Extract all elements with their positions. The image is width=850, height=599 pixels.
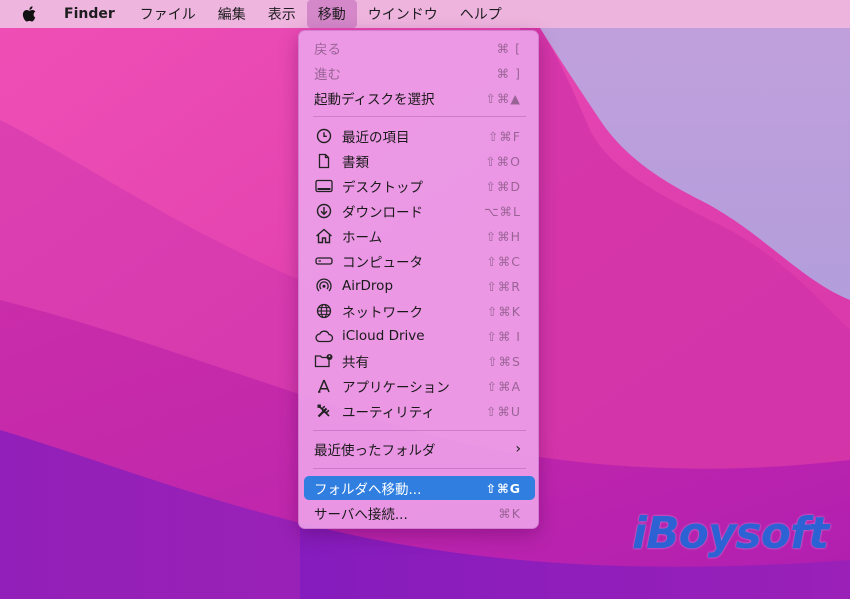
menu-edit[interactable]: 編集 — [207, 0, 257, 28]
menu-item-select-startup-disk[interactable]: 起動ディスクを選択 ⇧⌘▲ — [304, 86, 535, 110]
menu-item-label: 起動ディスクを選択 — [314, 92, 435, 108]
go-menu-dropdown: 戻る ⌘ [ 進む ⌘ ] 起動ディスクを選択 ⇧⌘▲ 最近の項目 ⇧⌘F 書類… — [298, 30, 539, 529]
menu-item-connect-to-server[interactable]: サーバへ接続... ⌘K — [304, 501, 535, 525]
menu-item-downloads[interactable]: ダウンロード ⌥⌘L — [304, 199, 535, 223]
menu-separator — [313, 116, 526, 117]
menu-item-label: サーバへ接続... — [314, 507, 408, 523]
shortcut-label: ⌘ [ — [496, 40, 521, 56]
applications-icon — [314, 376, 334, 396]
menu-item-computer[interactable]: コンピュータ ⇧⌘C — [304, 249, 535, 273]
shortcut-label: ⇧⌘G — [485, 480, 521, 496]
shared-folder-icon — [314, 351, 334, 371]
menu-separator — [313, 430, 526, 431]
menu-item-airdrop[interactable]: AirDrop ⇧⌘R — [304, 274, 535, 298]
menu-item-label: フォルダへ移動... — [314, 482, 422, 498]
shortcut-label: ⇧⌘R — [486, 278, 521, 294]
utilities-icon — [314, 401, 334, 421]
menu-item-applications[interactable]: アプリケーション ⇧⌘A — [304, 374, 535, 398]
menu-item-go-to-folder[interactable]: フォルダへ移動... ⇧⌘G — [304, 476, 535, 500]
menu-item-label: 戻る — [314, 42, 341, 58]
menu-item-label: 共有 — [342, 355, 369, 371]
menu-item-back: 戻る ⌘ [ — [304, 36, 535, 60]
menu-item-label: 最近使ったフォルダ — [314, 443, 436, 459]
shortcut-label: ⌥⌘L — [484, 203, 521, 219]
menu-item-label: ホーム — [342, 230, 383, 246]
shortcut-label: ⌘K — [498, 505, 521, 521]
menu-item-label: AirDrop — [342, 278, 394, 294]
menu-item-forward: 進む ⌘ ] — [304, 61, 535, 85]
menu-item-label: コンピュータ — [342, 255, 423, 271]
menu-item-desktop[interactable]: デスクトップ ⇧⌘D — [304, 174, 535, 198]
menu-item-label: デスクトップ — [342, 180, 423, 196]
menu-item-label: iCloud Drive — [342, 328, 425, 344]
shortcut-label: ⇧⌘K — [486, 303, 521, 319]
iboysoft-watermark: iBoysoft — [632, 508, 829, 559]
menu-item-label: ダウンロード — [342, 205, 423, 221]
shortcut-label: ⇧⌘S — [487, 353, 521, 369]
clock-icon — [314, 126, 334, 146]
desktop-icon — [314, 176, 334, 196]
chevron-right-icon: › — [515, 441, 521, 457]
menu-item-documents[interactable]: 書類 ⇧⌘O — [304, 149, 535, 173]
menu-help[interactable]: ヘルプ — [449, 0, 513, 28]
menu-item-label: ユーティリティ — [342, 405, 435, 421]
menu-item-label: 最近の項目 — [342, 130, 410, 146]
airdrop-icon — [314, 276, 334, 296]
shortcut-label: ⇧⌘ I — [486, 328, 521, 344]
shortcut-label: ⇧⌘H — [485, 228, 521, 244]
computer-icon — [314, 251, 334, 271]
cloud-icon — [314, 326, 334, 346]
shortcut-label: ⇧⌘U — [485, 403, 521, 419]
home-icon — [314, 226, 334, 246]
menu-item-home[interactable]: ホーム ⇧⌘H — [304, 224, 535, 248]
menu-window[interactable]: ウインドウ — [357, 0, 449, 28]
menu-view[interactable]: 表示 — [257, 0, 307, 28]
shortcut-label: ⇧⌘F — [487, 128, 521, 144]
shortcut-label: ⇧⌘C — [486, 253, 521, 269]
menu-separator — [313, 468, 526, 469]
menu-item-shared[interactable]: 共有 ⇧⌘S — [304, 349, 535, 373]
shortcut-label: ⌘ ] — [496, 65, 521, 81]
menu-item-label: ネットワーク — [342, 305, 423, 321]
menu-go[interactable]: 移動 — [306, 0, 357, 28]
apple-menu[interactable] — [0, 0, 48, 28]
menu-item-icloud-drive[interactable]: iCloud Drive ⇧⌘ I — [304, 324, 535, 348]
menu-file[interactable]: ファイル — [129, 0, 207, 28]
menu-item-recent-folders[interactable]: 最近使ったフォルダ › — [304, 437, 535, 461]
document-icon — [314, 151, 334, 171]
menu-item-label: アプリケーション — [342, 380, 450, 396]
shortcut-label: ⇧⌘D — [485, 178, 521, 194]
shortcut-label: ⇧⌘A — [486, 378, 521, 394]
download-icon — [314, 201, 334, 221]
network-icon — [314, 301, 334, 321]
menu-item-utilities[interactable]: ユーティリティ ⇧⌘U — [304, 399, 535, 423]
menu-item-network[interactable]: ネットワーク ⇧⌘K — [304, 299, 535, 323]
apple-logo-icon — [22, 6, 36, 22]
menu-item-label: 書類 — [342, 155, 369, 171]
menu-item-recents[interactable]: 最近の項目 ⇧⌘F — [304, 124, 535, 148]
menu-bar: Finder ファイル 編集 表示 移動 ウインドウ ヘルプ — [0, 0, 850, 28]
shortcut-label: ⇧⌘▲ — [485, 90, 521, 106]
shortcut-label: ⇧⌘O — [485, 153, 521, 169]
menu-finder[interactable]: Finder — [48, 0, 129, 28]
menu-item-label: 進む — [314, 67, 341, 83]
